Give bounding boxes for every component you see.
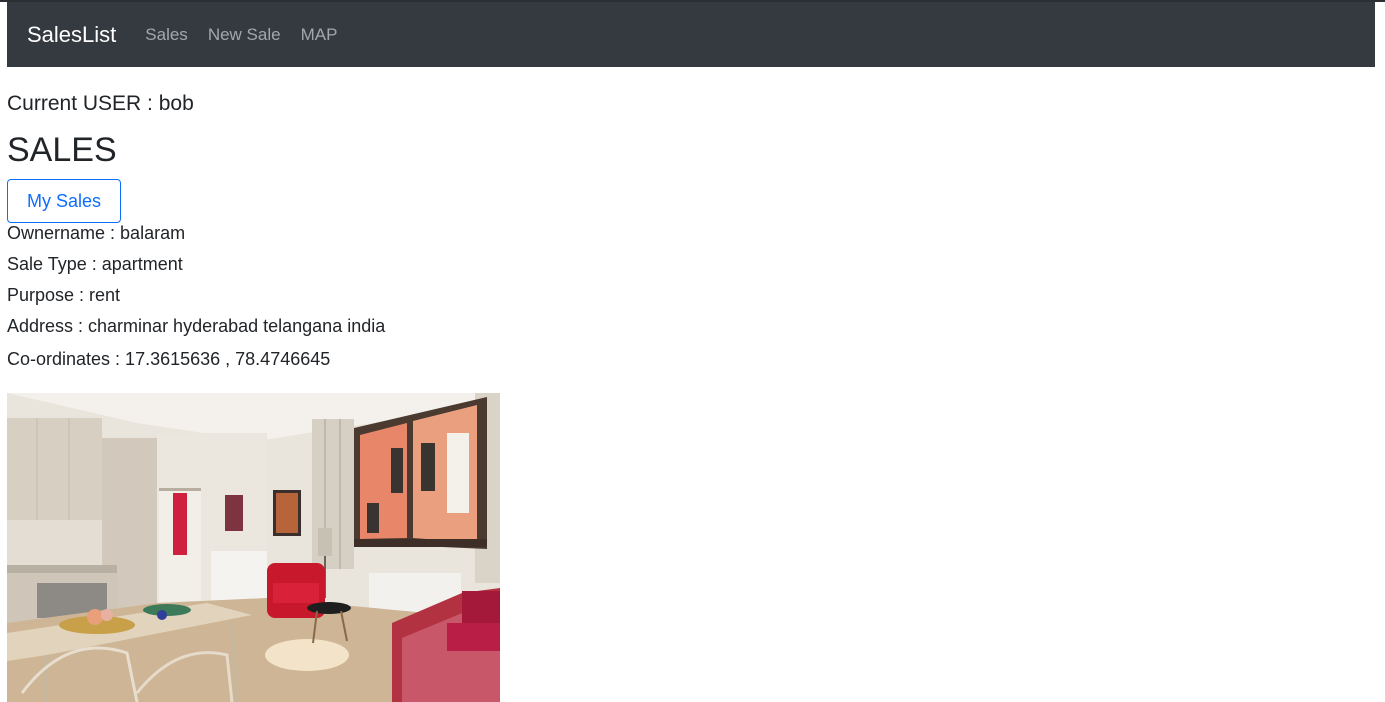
nav-link-sales[interactable]: Sales xyxy=(145,26,188,43)
current-user-label: Current USER : bob xyxy=(7,92,194,115)
sale-purpose: Purpose : rent xyxy=(7,285,121,305)
page-title: SALES xyxy=(7,131,117,169)
my-sales-button[interactable]: My Sales xyxy=(7,179,121,223)
nav-link-new-sale[interactable]: New Sale xyxy=(208,26,281,43)
page: SalesList Sales New Sale MAP Current USE… xyxy=(0,0,1385,702)
sale-coordinates: Co-ordinates : 17.3615636 , 78.4746645 xyxy=(7,349,331,369)
brand-link[interactable]: SalesList xyxy=(27,23,116,46)
apartment-photo xyxy=(7,393,500,702)
nav-link-map[interactable]: MAP xyxy=(301,26,338,43)
sale-address: Address : charminar hyderabad telangana … xyxy=(7,316,386,336)
navbar: SalesList Sales New Sale MAP xyxy=(7,2,1375,67)
owner-name: Ownername : balaram xyxy=(7,223,186,243)
sale-type: Sale Type : apartment xyxy=(7,254,183,274)
